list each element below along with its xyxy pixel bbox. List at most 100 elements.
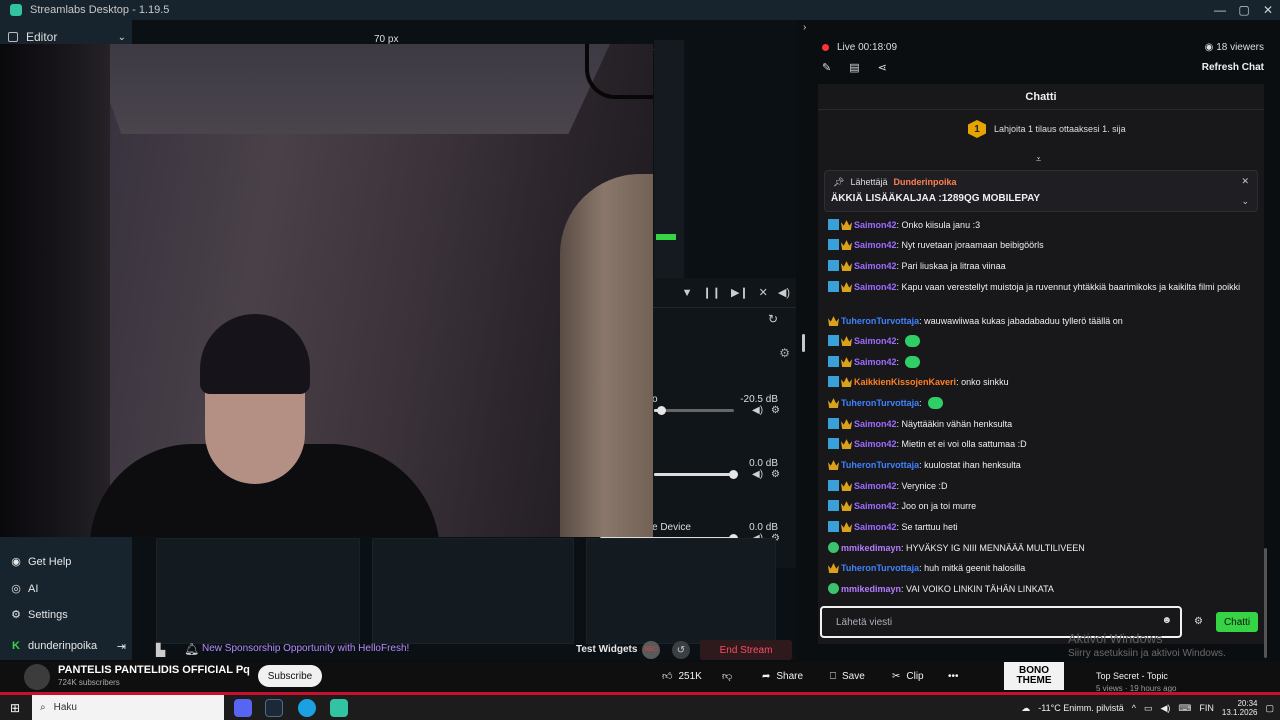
reset-icon[interactable]: ↻: [768, 312, 778, 326]
chat-username[interactable]: TuheronTurvottaja: [841, 460, 919, 470]
unpin-icon[interactable]: ✕: [1241, 176, 1249, 187]
chat-message[interactable]: Saimon42:: [828, 355, 1254, 369]
dislike-button[interactable]: 👎︎: [722, 665, 732, 687]
chat-message[interactable]: TuheronTurvottaja: wauwawiiwaa kukas jab…: [828, 314, 1254, 328]
chat-username[interactable]: Saimon42: [854, 481, 897, 491]
like-button[interactable]: 👍︎ 251K: [662, 665, 702, 687]
chat-message[interactable]: KaikkienKissojenKaveri: onko sinkku: [828, 375, 1254, 389]
pinned-message[interactable]: 📌︎ Lähettäjä Dunderinpoika ÄKKIÄ LISÄÄKA…: [824, 170, 1258, 212]
chat-settings-icon[interactable]: ⚙: [1194, 616, 1203, 627]
chat-username[interactable]: Saimon42: [854, 282, 897, 292]
discord-icon[interactable]: [234, 699, 252, 717]
collapse-arrow-icon[interactable]: ›: [803, 22, 806, 33]
tray-chevron-icon[interactable]: ^: [1132, 703, 1136, 713]
gear-icon[interactable]: ⚙: [771, 405, 780, 416]
resize-handle[interactable]: [802, 334, 805, 352]
skip-icon[interactable]: ▶❙: [731, 286, 749, 299]
chat-username[interactable]: TuheronTurvottaja: [841, 398, 919, 408]
channel-avatar[interactable]: [24, 664, 50, 690]
clock[interactable]: 20:34 13.1.2026: [1222, 699, 1258, 717]
slider-knob[interactable]: [729, 470, 738, 479]
sidebar-item-get-help[interactable]: ◉ Get Help: [10, 555, 71, 569]
streamlabs-taskbar-icon[interactable]: [330, 699, 348, 717]
chat-username[interactable]: Saimon42: [854, 261, 897, 271]
clip-button[interactable]: ✂ Clip: [892, 665, 924, 687]
volume-icon[interactable]: ◀): [778, 286, 790, 299]
windows-start-icon[interactable]: ⊞: [10, 701, 20, 715]
chat-message[interactable]: Saimon42: Mietin et ei voi olla sattumaa…: [828, 437, 1254, 451]
sponsor-notification[interactable]: New Sponsorship Opportunity with HelloFr…: [202, 643, 409, 654]
mixer-settings-icon[interactable]: ⚙: [779, 346, 790, 360]
notification-bell-icon[interactable]: 🔔︎: [184, 642, 199, 656]
chat-message[interactable]: mmikedimayn: HYVÄKSY IG NIII MENNÄÄÄ MUL…: [828, 541, 1254, 555]
sidebar-user[interactable]: K dunderinpoika ⇥: [10, 640, 126, 653]
chat-username[interactable]: TuheronTurvottaja: [841, 316, 919, 326]
sidebar-item-settings[interactable]: ⚙ Settings: [10, 608, 68, 622]
chat-username[interactable]: Saimon42: [854, 522, 897, 532]
chat-username[interactable]: mmikedimayn: [841, 543, 901, 553]
more-actions-button[interactable]: •••: [948, 665, 959, 687]
layout-icon[interactable]: ▤: [849, 61, 859, 74]
volume-slider-1[interactable]: [654, 406, 734, 415]
filter-icon[interactable]: ▼: [682, 287, 693, 299]
chat-message[interactable]: Saimon42: Pari liuskaa ja litraa viinaa: [828, 259, 1254, 273]
channel-name[interactable]: PANTELIS PANTELIDIS OFFICIAL Pq: [58, 664, 250, 676]
close-button[interactable]: ✕: [1256, 0, 1280, 20]
mute-all-icon[interactable]: ✕: [759, 286, 768, 299]
minimize-button[interactable]: —: [1208, 0, 1232, 20]
performance-icon[interactable]: ▙: [156, 643, 165, 657]
chat-message[interactable]: TuheronTurvottaja:: [828, 396, 1254, 410]
speaker-icon[interactable]: ◀): [752, 405, 763, 416]
chat-scrollbar[interactable]: [1264, 208, 1268, 658]
save-button[interactable]: ⎕ Save: [830, 665, 865, 687]
sidebar-item-ai[interactable]: ◎ AI: [10, 582, 38, 596]
chat-username[interactable]: Saimon42: [854, 240, 897, 250]
edge-icon[interactable]: [298, 699, 316, 717]
chat-message[interactable]: Saimon42: Se tarttuu heti: [828, 520, 1254, 534]
chat-message[interactable]: mmikedimayn: VAI VOIKO LINKIN TÄHÄN LINK…: [828, 582, 1254, 596]
chat-username[interactable]: Saimon42: [854, 220, 897, 230]
speaker-icon[interactable]: ◀): [752, 469, 763, 480]
notifications-icon[interactable]: ▢: [1265, 703, 1274, 714]
send-chat-button[interactable]: Chatti: [1216, 612, 1258, 632]
chat-username[interactable]: KaikkienKissojenKaveri: [854, 377, 956, 387]
emoji-icon[interactable]: ☻: [1161, 615, 1172, 626]
weather-text[interactable]: -11°C Enimm. pilvistä: [1038, 703, 1123, 713]
chevron-down-icon[interactable]: ⌄: [1241, 196, 1249, 207]
volume-slider-2[interactable]: [654, 470, 738, 479]
chat-username[interactable]: mmikedimayn: [841, 584, 901, 594]
subscribe-button[interactable]: Subscribe: [258, 665, 322, 687]
chat-username[interactable]: Saimon42: [854, 439, 897, 449]
replay-buffer-icon[interactable]: ↺: [672, 641, 690, 659]
gear-icon[interactable]: ⚙: [771, 469, 780, 480]
chat-message[interactable]: Saimon42: Kapu vaan verestellyt muistoja…: [828, 280, 1254, 294]
share-button[interactable]: ➦ Share: [762, 665, 803, 687]
video-thumbnail[interactable]: BONO THEME: [1004, 662, 1064, 690]
chat-message[interactable]: Saimon42: Nyt ruvetaan joraamaan beibigö…: [828, 238, 1254, 252]
steam-icon[interactable]: [265, 699, 283, 717]
chat-message[interactable]: Saimon42: Näyttääkin vähän henksulta: [828, 417, 1254, 431]
chat-message[interactable]: Saimon42: Onko kiisula janu :3: [828, 218, 1254, 232]
logout-icon[interactable]: ⇥: [117, 640, 126, 653]
pause-icon[interactable]: ❙❙: [703, 286, 721, 299]
chat-username[interactable]: TuheronTurvottaja: [841, 563, 919, 573]
edit-icon[interactable]: ✎: [822, 61, 831, 74]
maximize-button[interactable]: ▢: [1232, 0, 1256, 20]
keyboard-icon[interactable]: ⌨: [1178, 703, 1191, 714]
volume-tray-icon[interactable]: ◀): [1160, 703, 1170, 714]
chat-message[interactable]: Saimon42: Verynice :D: [828, 479, 1254, 493]
share-icon[interactable]: ⋖: [878, 61, 887, 74]
collapse-pinned-icon[interactable]: ⩡: [1036, 154, 1041, 165]
refresh-chat-button[interactable]: Refresh Chat: [1202, 62, 1264, 73]
language-indicator[interactable]: FIN: [1199, 703, 1214, 713]
slider-knob[interactable]: [657, 406, 666, 415]
chat-username[interactable]: Saimon42: [854, 419, 897, 429]
chat-message[interactable]: TuheronTurvottaja: kuulostat ihan henksu…: [828, 458, 1254, 472]
test-widgets-button[interactable]: Test Widgets: [576, 644, 637, 655]
chat-message[interactable]: TuheronTurvottaja: huh mitkä geenit halo…: [828, 561, 1254, 575]
chat-username[interactable]: Saimon42: [854, 501, 897, 511]
related-track-title[interactable]: Top Secret - Topic: [1096, 671, 1168, 681]
chat-message[interactable]: Saimon42:: [828, 334, 1254, 348]
chat-username[interactable]: Saimon42: [854, 357, 897, 367]
gift-leaderboard[interactable]: 1 Lahjoita 1 tilaus ottaaksesi 1. sija: [968, 120, 1126, 138]
